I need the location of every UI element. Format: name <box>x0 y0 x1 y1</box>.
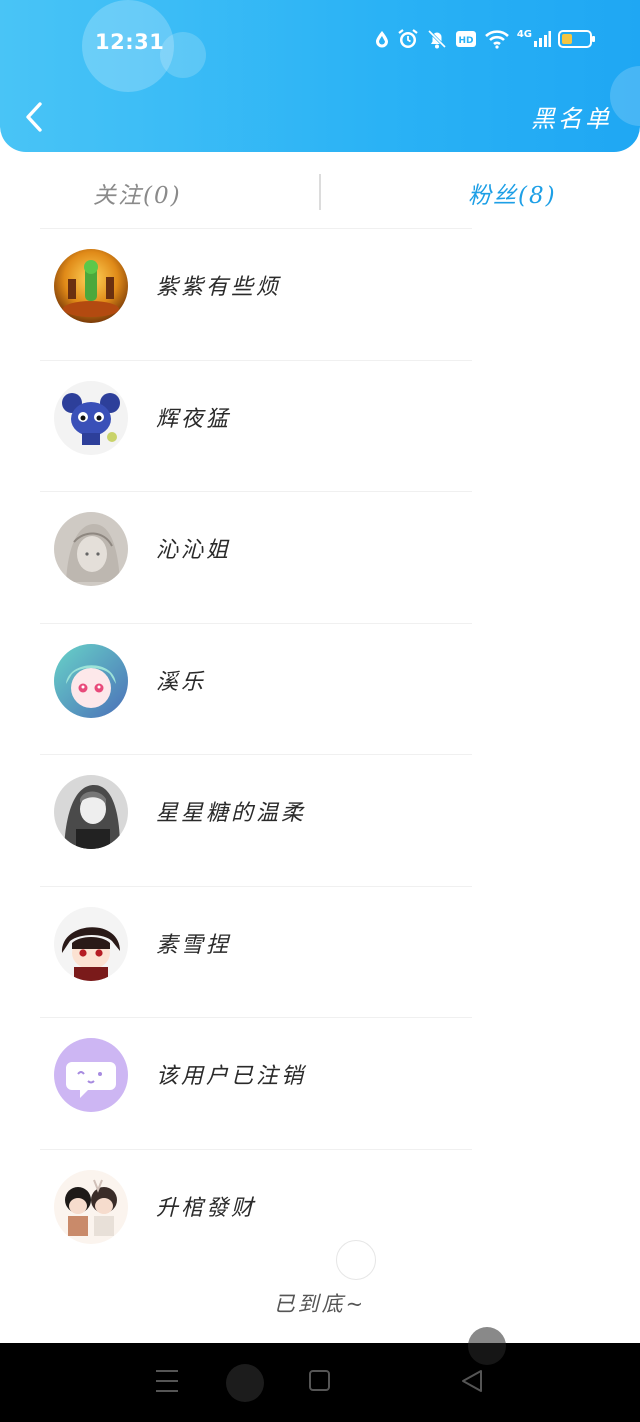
svg-text:HD: HD <box>458 36 473 46</box>
data-saver-icon <box>375 31 388 48</box>
floating-ball[interactable] <box>226 1364 264 1402</box>
avatar[interactable] <box>54 906 128 981</box>
list-item[interactable]: 该用户已注销 <box>0 1017 640 1149</box>
avatar[interactable] <box>54 380 128 455</box>
fan-name[interactable]: 溪乐 <box>156 664 206 696</box>
tab-following[interactable]: 关注(0) <box>93 176 182 210</box>
fan-name[interactable]: 该用户已注销 <box>156 1058 306 1090</box>
avatar[interactable] <box>54 643 128 718</box>
avatar[interactable] <box>54 775 128 849</box>
fan-name[interactable]: 升棺發财 <box>156 1190 256 1222</box>
fans-list: 紫紫有些烦 辉夜猛 沁沁姐 溪乐 星星糖的温柔 素雪捏 该用户已注销 升棺發财 <box>0 228 640 1280</box>
mute-bell-icon <box>427 29 446 49</box>
network-type-label: 4G <box>516 28 532 40</box>
tab-fans[interactable]: 粉丝(8) <box>468 176 557 210</box>
tab-divider <box>319 174 321 210</box>
fan-name[interactable]: 紫紫有些烦 <box>156 269 281 301</box>
fan-name[interactable]: 沁沁姐 <box>156 532 231 564</box>
list-item[interactable]: 溪乐 <box>0 622 640 755</box>
fan-name[interactable]: 辉夜猛 <box>156 401 231 433</box>
avatar[interactable] <box>54 1038 128 1112</box>
end-of-list-text: 已到底~ <box>273 1292 367 1316</box>
follow-fans-tabs: 关注(0) 粉丝(8) <box>0 152 640 230</box>
alarm-icon <box>398 29 418 48</box>
avatar[interactable] <box>54 512 128 586</box>
blacklist-button[interactable]: 黑名单 <box>531 99 612 134</box>
back-arrow-icon[interactable] <box>20 98 50 138</box>
list-item[interactable]: 星星糖的温柔 <box>0 754 640 886</box>
back-triangle-icon[interactable] <box>460 1368 486 1394</box>
list-item[interactable]: 素雪捏 <box>0 885 640 1018</box>
signal-icon <box>534 31 551 47</box>
fan-name[interactable]: 星星糖的温柔 <box>156 795 306 827</box>
hd-icon: HD <box>455 31 476 47</box>
floating-circle <box>336 1240 376 1280</box>
fan-name[interactable]: 素雪捏 <box>156 927 231 959</box>
header: 12:31 HD 4G 黑名单 <box>0 0 640 152</box>
list-item[interactable]: 辉夜猛 <box>0 359 640 492</box>
battery-icon <box>558 30 595 48</box>
list-item[interactable]: 紫紫有些烦 <box>0 228 640 360</box>
system-navigation-bar <box>0 1327 640 1422</box>
status-time: 12:31 <box>95 30 165 54</box>
wifi-icon <box>484 30 509 49</box>
home-square-icon[interactable] <box>308 1368 332 1394</box>
avatar[interactable] <box>54 249 128 323</box>
status-icons: HD 4G <box>374 28 595 50</box>
decorative-bubble <box>610 66 640 126</box>
avatar[interactable] <box>54 1169 128 1244</box>
floating-circle <box>468 1327 506 1365</box>
list-item[interactable]: 沁沁姐 <box>0 491 640 623</box>
list-item[interactable]: 升棺發财 <box>0 1148 640 1281</box>
menu-icon[interactable] <box>155 1368 179 1394</box>
decorative-bubble <box>160 32 206 78</box>
